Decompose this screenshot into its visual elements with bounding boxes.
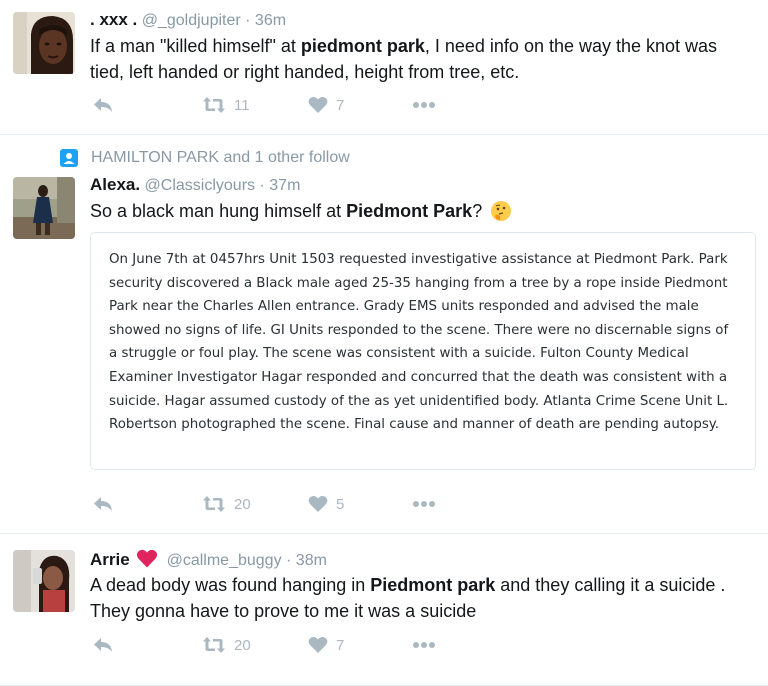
reply-button[interactable] — [92, 495, 114, 513]
social-context[interactable]: HAMILTON PARK and 1 other follow — [60, 149, 350, 167]
display-name[interactable]: . xxx . — [90, 10, 137, 29]
avatar[interactable] — [13, 12, 75, 74]
reply-button[interactable] — [92, 636, 114, 654]
display-name[interactable]: Arrie — [90, 550, 130, 569]
like-icon — [308, 496, 328, 512]
tweet-actions: 20 7 — [90, 636, 450, 660]
like-count: 7 — [336, 636, 345, 654]
tweet[interactable]: Arrie @callme_buggy · 38m A dead body wa… — [0, 534, 768, 686]
timestamp[interactable]: 38m — [296, 552, 327, 569]
separator: · — [259, 177, 265, 194]
tweet-text: If a man "killed himself" at piedmont pa… — [90, 33, 752, 85]
text-segment: So a black man hung himself at — [90, 201, 347, 221]
follow-context-icon — [60, 149, 78, 167]
separator: · — [245, 12, 251, 29]
more-button[interactable] — [412, 101, 436, 109]
timestamp[interactable]: 37m — [269, 177, 300, 194]
tweet-header: Alexa. @Classiclyours · 37m — [90, 175, 300, 195]
reply-icon — [94, 497, 112, 511]
reply-icon — [94, 98, 112, 112]
more-button[interactable] — [412, 500, 436, 508]
avatar[interactable] — [13, 177, 75, 239]
tweet-text: A dead body was found hanging in Piedmon… — [90, 572, 752, 624]
retweet-icon — [203, 637, 225, 653]
reply-button[interactable] — [92, 96, 114, 114]
user-handle[interactable]: @_goldjupiter — [142, 12, 241, 29]
like-button[interactable]: 5 — [308, 495, 344, 513]
thinking-face-emoji — [491, 201, 512, 221]
retweet-button[interactable]: 20 — [202, 636, 251, 654]
user-handle[interactable]: @callme_buggy — [167, 552, 282, 569]
reply-icon — [94, 638, 112, 652]
like-count: 5 — [336, 495, 345, 513]
tweet-text: So a black man hung himself at Piedmont … — [90, 198, 752, 224]
text-segment: A dead body was found hanging in — [90, 575, 371, 595]
display-name[interactable]: Alexa. — [90, 175, 140, 194]
retweet-count: 11 — [234, 96, 250, 114]
more-button[interactable] — [412, 641, 436, 649]
separator: · — [286, 552, 292, 569]
avatar[interactable] — [13, 550, 75, 612]
tweet[interactable]: HAMILTON PARK and 1 other follow Alexa. … — [0, 135, 768, 534]
highlighted-term: Piedmont park — [370, 575, 496, 595]
quoted-image-text[interactable]: On June 7th at 0457hrs Unit 1503 request… — [90, 232, 756, 470]
retweet-button[interactable]: 11 — [202, 96, 250, 114]
retweet-button[interactable]: 20 — [202, 495, 251, 513]
text-segment: If a man "killed himself" at — [90, 36, 301, 56]
retweet-icon — [203, 496, 225, 512]
timestamp[interactable]: 36m — [255, 12, 286, 29]
highlighted-term: piedmont park — [300, 36, 425, 56]
more-icon — [413, 501, 435, 507]
more-icon — [413, 102, 435, 108]
tweet-header: Arrie @callme_buggy · 38m — [90, 549, 327, 570]
like-count: 7 — [336, 96, 345, 114]
retweet-count: 20 — [234, 495, 251, 513]
highlighted-term: Piedmont Park — [346, 201, 473, 221]
tweet-actions: 20 5 — [90, 495, 450, 519]
social-context-text: HAMILTON PARK and 1 other follow — [91, 149, 350, 166]
retweet-icon — [203, 97, 225, 113]
user-handle[interactable]: @Classiclyours — [145, 177, 255, 194]
text-segment: ? — [472, 201, 483, 221]
retweet-count: 20 — [234, 636, 251, 654]
more-icon — [413, 642, 435, 648]
like-button[interactable]: 7 — [308, 96, 344, 114]
like-icon — [308, 97, 328, 113]
tweet[interactable]: . xxx . @_goldjupiter · 36m If a man "ki… — [0, 0, 768, 135]
like-icon — [308, 637, 328, 653]
tweet-header: . xxx . @_goldjupiter · 36m — [90, 10, 286, 30]
like-button[interactable]: 7 — [308, 636, 344, 654]
heart-emoji-icon — [137, 549, 158, 568]
tweet-actions: 11 7 — [90, 96, 450, 120]
